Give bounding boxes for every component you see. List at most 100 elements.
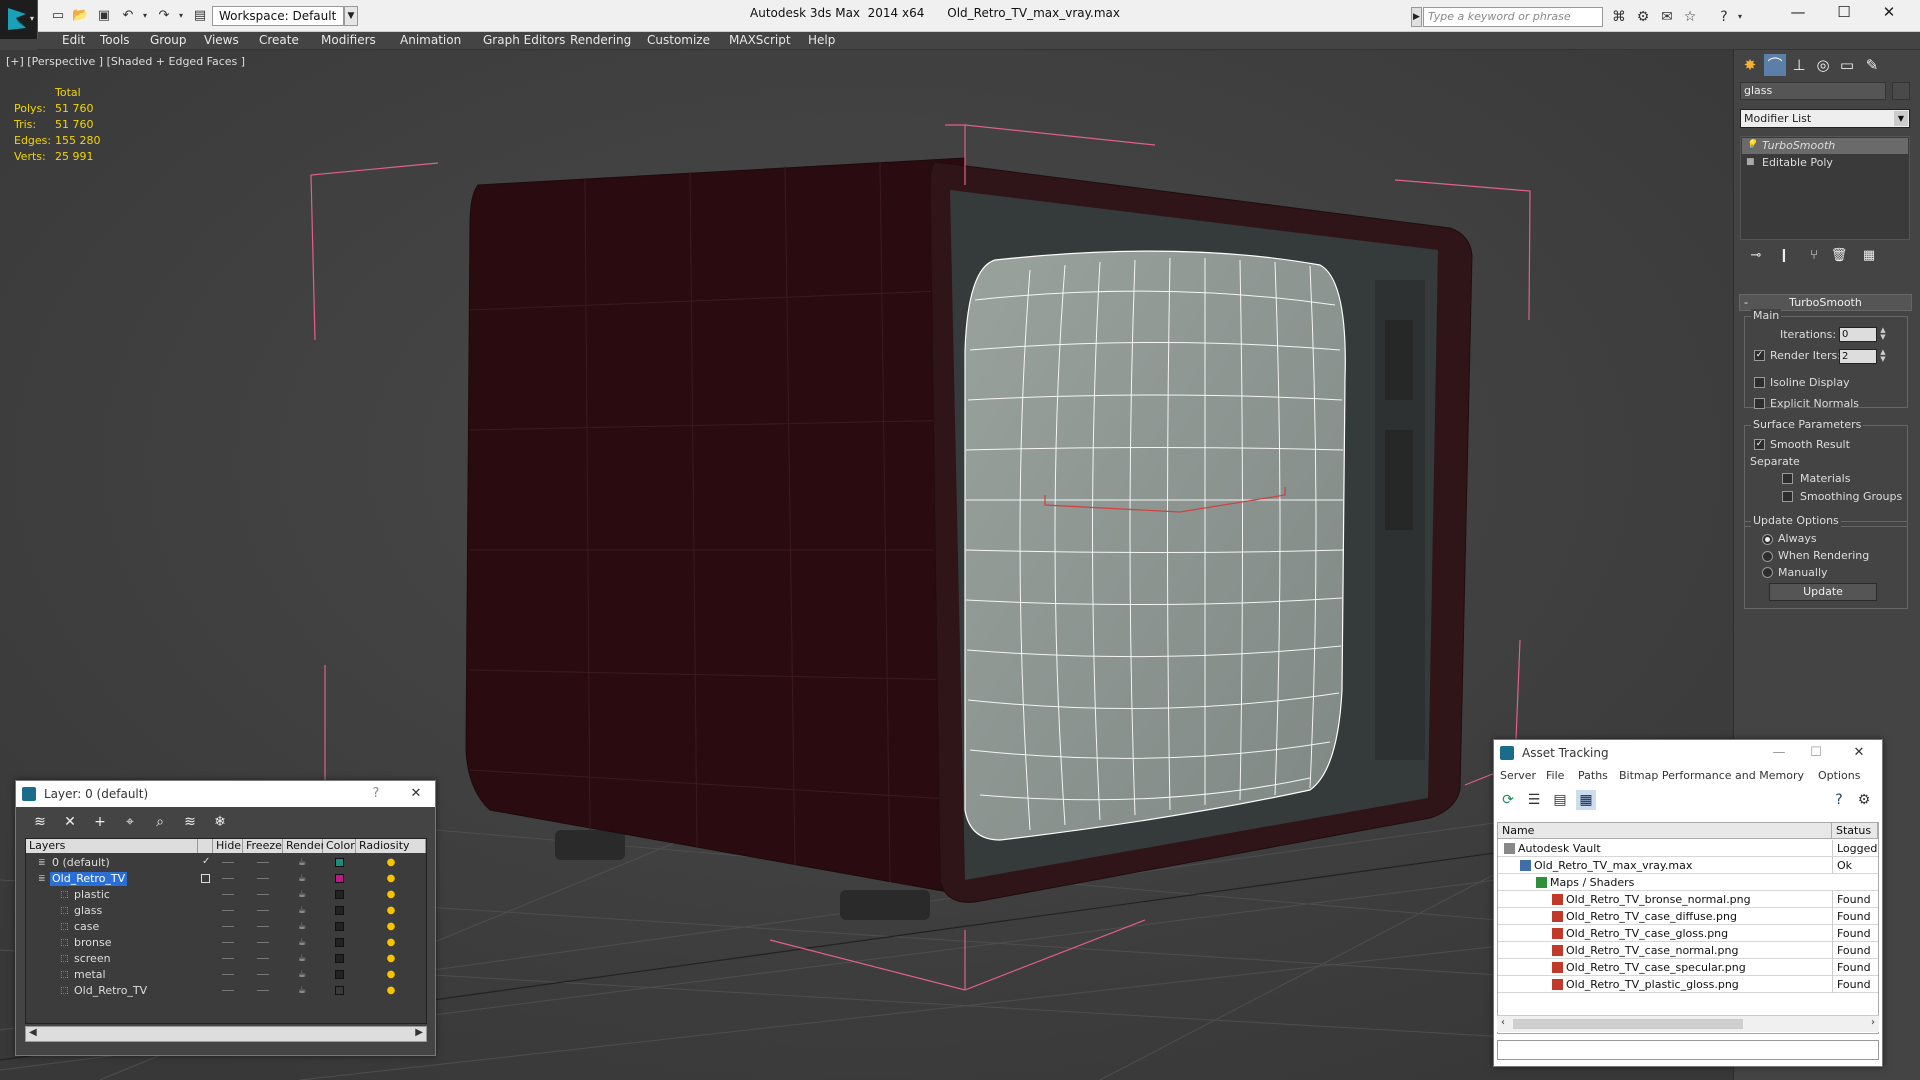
maximize-button[interactable]: ☐ bbox=[1801, 740, 1831, 766]
make-unique-icon[interactable]: ⑂ bbox=[1804, 246, 1824, 266]
redo-dropdown-icon[interactable]: ▾ bbox=[173, 8, 189, 24]
layer-row[interactable]: ⬚ Old_Retro_TV ☕ ● bbox=[26, 983, 426, 999]
asset-menu-bitmap[interactable]: Bitmap Performance and Memory bbox=[1619, 768, 1804, 784]
viewport-label[interactable]: [+] [Perspective ] [Shaded + Edged Faces… bbox=[6, 55, 245, 68]
asset-row[interactable]: Old_Retro_TV_bronse_normal.png Found bbox=[1498, 891, 1878, 908]
freeze-toggle[interactable] bbox=[257, 862, 269, 863]
layer-color-swatch[interactable] bbox=[335, 954, 344, 963]
modifier-stack[interactable]: 💡 TurboSmooth ■ Editable Poly bbox=[1740, 136, 1910, 240]
minimize-button[interactable]: — bbox=[1775, 0, 1821, 26]
smoothing-groups-checkbox[interactable] bbox=[1782, 491, 1793, 502]
asset-menu-server[interactable]: Server bbox=[1500, 768, 1536, 784]
freeze-toggle[interactable] bbox=[257, 990, 269, 991]
asset-row[interactable]: Old_Retro_TV_case_normal.png Found bbox=[1498, 942, 1878, 959]
select-objects-icon[interactable]: ⌖ bbox=[120, 812, 140, 832]
column-header-render[interactable]: Render bbox=[283, 839, 325, 853]
freeze-toggle[interactable] bbox=[257, 942, 269, 943]
manually-radio[interactable] bbox=[1762, 567, 1773, 578]
active-layer-check-icon[interactable]: ✓ bbox=[202, 856, 210, 867]
layer-name[interactable]: Old_Retro_TV bbox=[72, 984, 149, 998]
layer-color-swatch[interactable] bbox=[335, 874, 344, 883]
render-teapot-icon[interactable]: ☕ bbox=[298, 906, 308, 916]
redo-icon[interactable]: ↷ bbox=[156, 8, 172, 24]
remove-modifier-icon[interactable]: 🗑 bbox=[1829, 246, 1849, 266]
create-tab-icon[interactable]: ✸ bbox=[1739, 54, 1761, 76]
add-to-layer-icon[interactable]: + bbox=[90, 812, 110, 832]
hide-toggle[interactable] bbox=[222, 910, 234, 911]
always-radio[interactable] bbox=[1762, 534, 1773, 545]
app-logo-icon[interactable]: ▾ bbox=[0, 0, 38, 39]
asset-menu-options[interactable]: Options bbox=[1818, 768, 1860, 784]
render-teapot-icon[interactable]: ☕ bbox=[298, 938, 308, 948]
display-tab-icon[interactable]: ▭ bbox=[1836, 54, 1858, 76]
search-expand-icon[interactable]: ▶ bbox=[1411, 7, 1422, 27]
asset-row[interactable]: Old_Retro_TV_case_gloss.png Found bbox=[1498, 925, 1878, 942]
search-input[interactable]: Type a keyword or phrase bbox=[1423, 7, 1603, 27]
maximize-button[interactable]: ☐ bbox=[1821, 0, 1867, 26]
hide-toggle[interactable] bbox=[222, 942, 234, 943]
binoculars-icon[interactable]: ⌘ bbox=[1610, 8, 1628, 26]
asset-row[interactable]: Autodesk Vault Logged Out bbox=[1498, 840, 1878, 857]
asset-path-field[interactable] bbox=[1497, 1040, 1879, 1060]
freeze-toggle[interactable] bbox=[257, 894, 269, 895]
utilities-tab-icon[interactable]: ✎ bbox=[1861, 54, 1883, 76]
menu-animation[interactable]: Animation bbox=[392, 32, 469, 50]
spinner-arrows-icon[interactable]: ▲ ▼ bbox=[1879, 349, 1887, 364]
close-icon[interactable]: ✕ bbox=[401, 781, 431, 807]
layer-name[interactable]: case bbox=[72, 920, 101, 934]
refresh-icon[interactable]: ⟳ bbox=[1498, 790, 1518, 810]
project-folder-icon[interactable]: ▤ bbox=[192, 8, 208, 24]
layer-row[interactable]: ⬚ glass ☕ ● bbox=[26, 903, 426, 919]
modify-tab-icon[interactable]: ⌒ bbox=[1764, 54, 1786, 76]
hide-toggle[interactable] bbox=[222, 958, 234, 959]
radiosity-icon[interactable]: ● bbox=[384, 968, 398, 982]
layer-name[interactable]: 0 (default) bbox=[50, 856, 112, 870]
hide-all-icon[interactable]: ≋ bbox=[180, 812, 200, 832]
freeze-toggle[interactable] bbox=[257, 974, 269, 975]
layer-row[interactable]: ⬚ case ☕ ● bbox=[26, 919, 426, 935]
layer-color-swatch[interactable] bbox=[335, 890, 344, 899]
help-dropdown-icon[interactable]: ▾ bbox=[1731, 8, 1749, 26]
radiosity-icon[interactable]: ● bbox=[384, 936, 398, 950]
layer-color-swatch[interactable] bbox=[335, 922, 344, 931]
render-teapot-icon[interactable]: ☕ bbox=[298, 890, 308, 900]
scroll-right-icon[interactable]: › bbox=[1871, 1017, 1875, 1028]
radiosity-icon[interactable]: ● bbox=[384, 984, 398, 998]
column-header-color[interactable]: Color bbox=[323, 839, 356, 853]
layer-color-swatch[interactable] bbox=[335, 986, 344, 995]
expand-icon[interactable]: ■ bbox=[1746, 158, 1755, 167]
close-icon[interactable]: ✕ bbox=[1844, 740, 1874, 766]
undo-icon[interactable]: ↶ bbox=[120, 8, 136, 24]
render-iters-checkbox[interactable]: ✓ bbox=[1754, 350, 1765, 361]
scrollbar-thumb[interactable] bbox=[1513, 1019, 1743, 1029]
render-teapot-icon[interactable]: ☕ bbox=[298, 954, 308, 964]
menu-modifiers[interactable]: Modifiers bbox=[313, 32, 384, 50]
layer-name[interactable]: metal bbox=[72, 968, 108, 982]
layer-name[interactable]: plastic bbox=[72, 888, 112, 902]
horizontal-scrollbar[interactable]: ‹ › bbox=[1497, 1015, 1879, 1032]
freeze-toggle[interactable] bbox=[257, 958, 269, 959]
show-end-result-icon[interactable]: ❙ bbox=[1774, 246, 1794, 266]
set-active-box-icon[interactable] bbox=[201, 874, 210, 883]
column-header-radiosity[interactable]: Radiosity bbox=[356, 839, 426, 853]
menu-help[interactable]: Help bbox=[800, 32, 843, 50]
minimize-button[interactable]: — bbox=[1764, 740, 1794, 766]
layer-name[interactable]: screen bbox=[72, 952, 113, 966]
layer-row[interactable]: ≣ 0 (default) ✓ ☕ ● bbox=[26, 855, 426, 871]
menu-customize[interactable]: Customize bbox=[639, 32, 718, 50]
render-iters-spinner[interactable]: 2 bbox=[1839, 349, 1877, 364]
isoline-checkbox[interactable] bbox=[1754, 377, 1765, 388]
modifier-list-dropdown[interactable]: Modifier List ▼ bbox=[1740, 109, 1910, 128]
column-header-freeze[interactable]: Freeze bbox=[243, 839, 283, 853]
help-icon[interactable]: ? bbox=[1829, 790, 1849, 810]
layer-color-swatch[interactable] bbox=[335, 938, 344, 947]
hide-toggle[interactable] bbox=[222, 974, 234, 975]
pin-stack-icon[interactable]: ⊸ bbox=[1746, 246, 1766, 266]
scroll-left-icon[interactable]: ‹ bbox=[1501, 1017, 1505, 1028]
hide-toggle[interactable] bbox=[222, 926, 234, 927]
close-window-button[interactable]: ✕ bbox=[1866, 0, 1912, 26]
spinner-arrows-icon[interactable]: ▲ ▼ bbox=[1879, 327, 1887, 342]
radiosity-icon[interactable]: ● bbox=[384, 856, 398, 870]
radiosity-icon[interactable]: ● bbox=[384, 952, 398, 966]
motion-tab-icon[interactable]: ◎ bbox=[1812, 54, 1834, 76]
